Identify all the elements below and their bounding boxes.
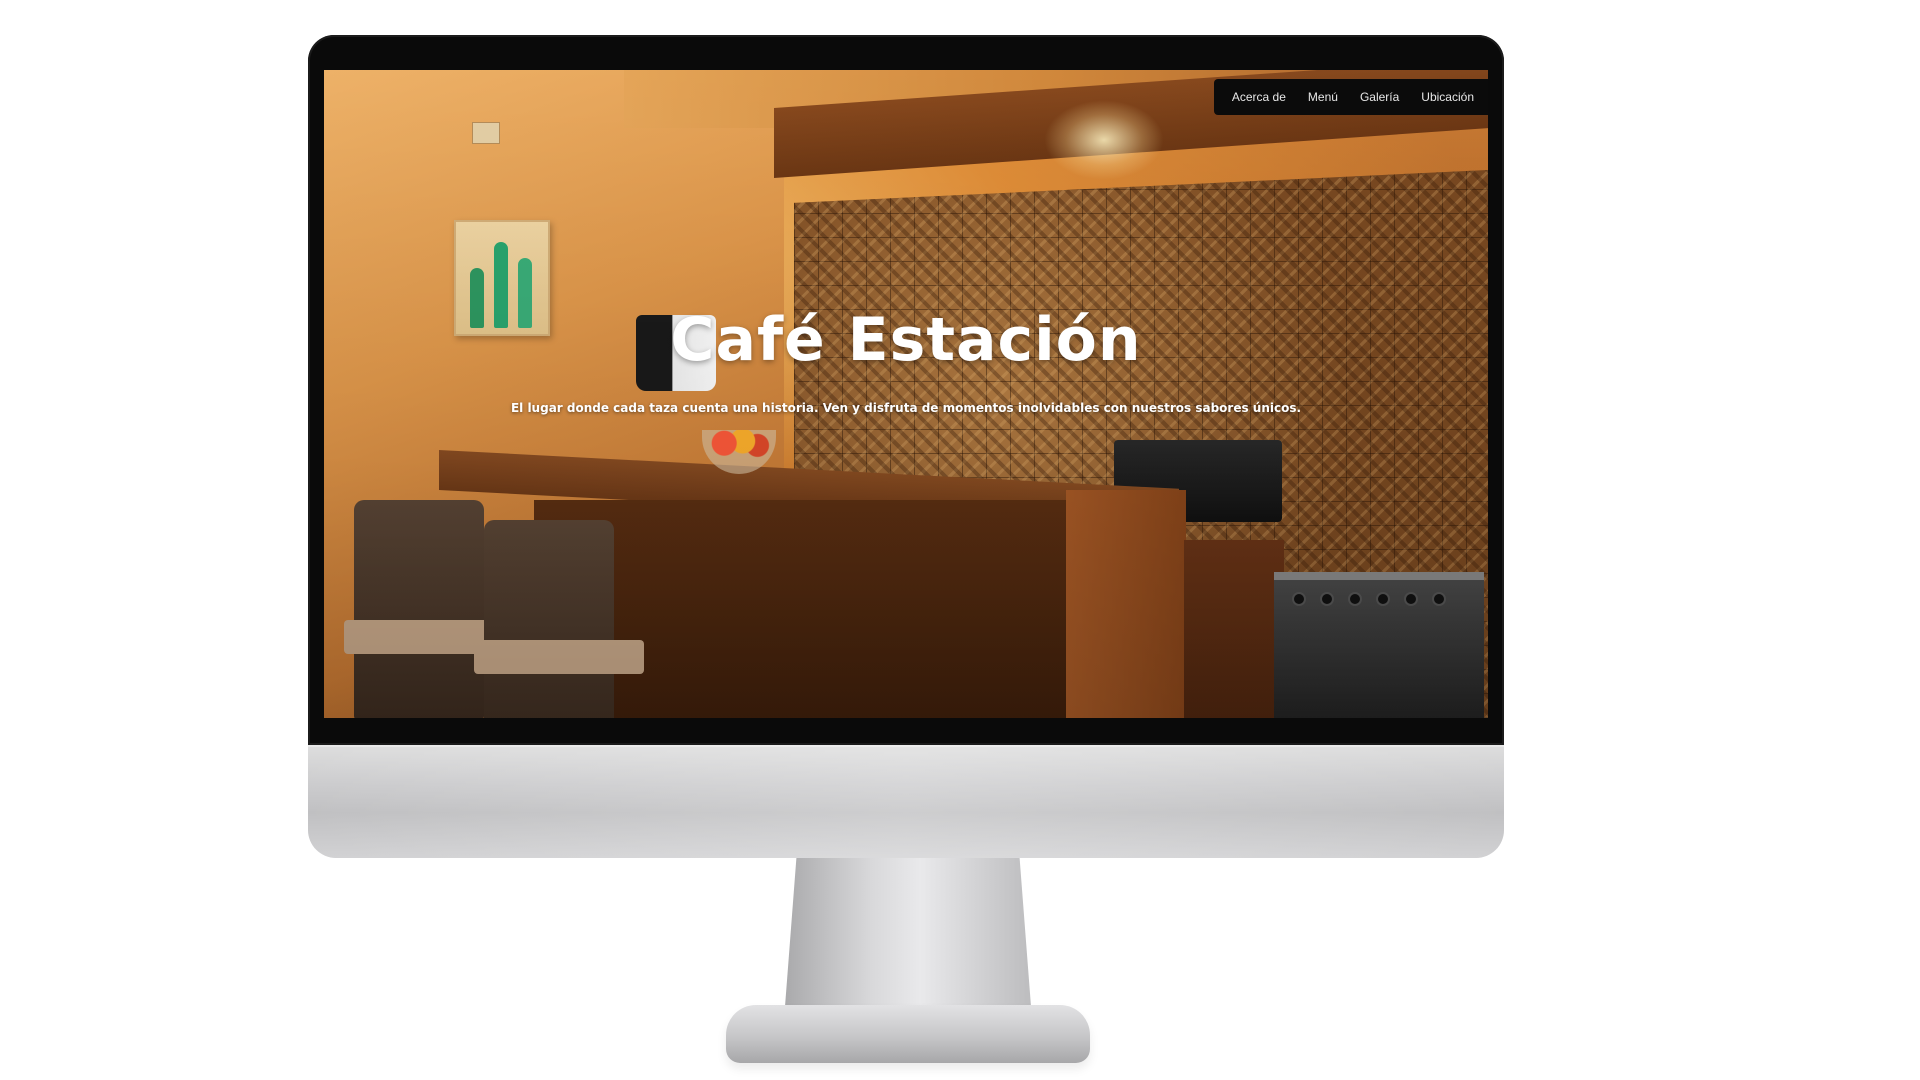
monitor-mockup: Acerca de Menú Galería Ubicación Café Es… — [308, 35, 1504, 1063]
nav-link-acerca-de[interactable]: Acerca de — [1232, 90, 1286, 104]
hero-subtitle: El lugar donde cada taza cuenta una hist… — [510, 401, 1302, 415]
hero-title: Café Estación — [670, 305, 1142, 375]
monitor-chin — [308, 745, 1504, 858]
nav-link-ubicacion[interactable]: Ubicación — [1421, 90, 1474, 104]
top-navbar: Acerca de Menú Galería Ubicación — [1213, 79, 1488, 115]
monitor-bezel: Acerca de Menú Galería Ubicación Café Es… — [308, 35, 1504, 745]
website-screen: Acerca de Menú Galería Ubicación Café Es… — [324, 70, 1488, 718]
hero-overlay — [324, 70, 1488, 718]
monitor-stand-base — [726, 1005, 1090, 1063]
nav-link-menu[interactable]: Menú — [1308, 90, 1338, 104]
nav-link-galeria[interactable]: Galería — [1360, 90, 1399, 104]
